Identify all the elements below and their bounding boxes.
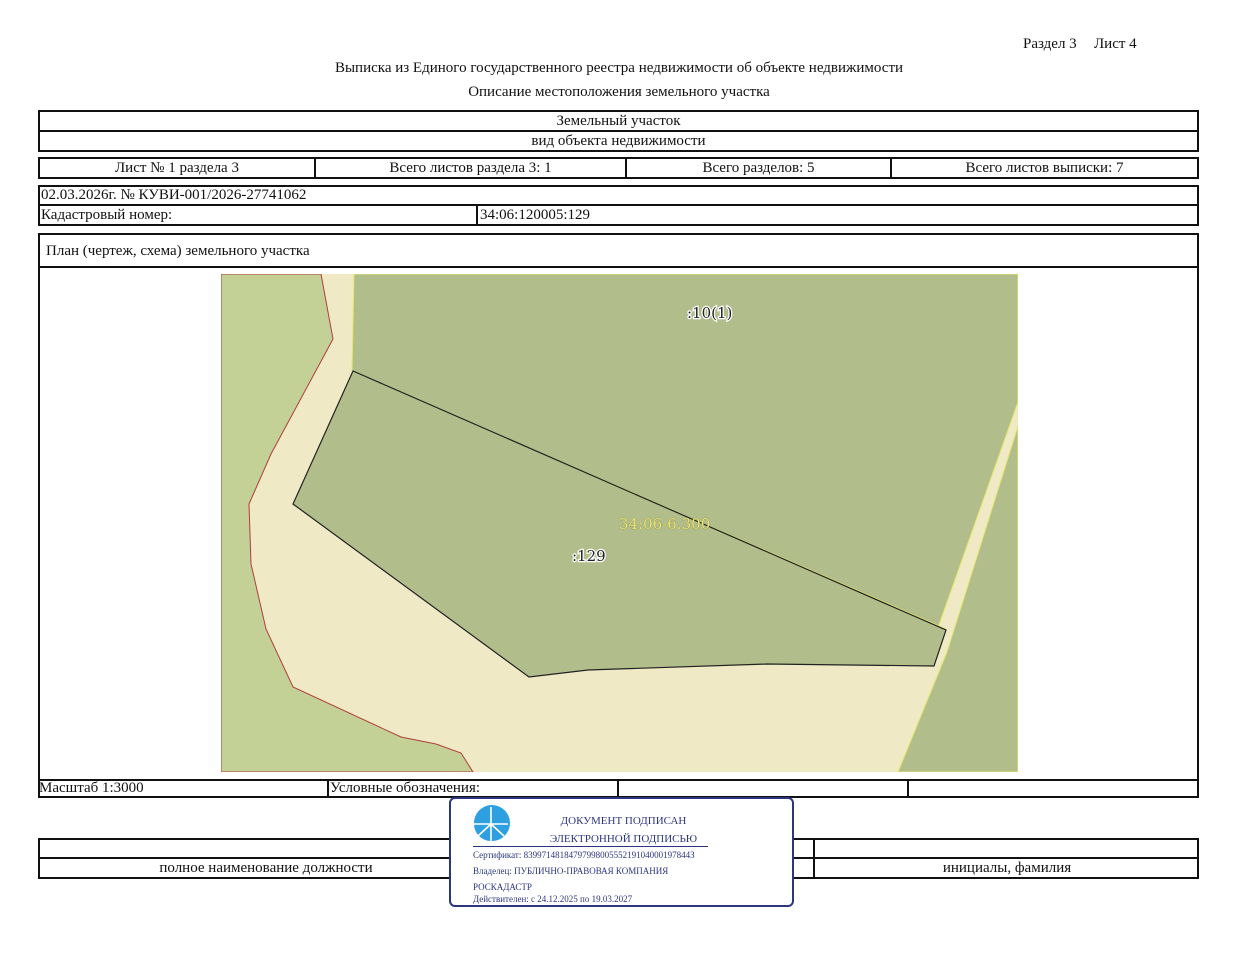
name-caption: инициалы, фамилия <box>942 859 1072 876</box>
divider <box>617 779 619 798</box>
stamp-line1: ДОКУМЕНТ ПОДПИСАН <box>560 815 687 827</box>
section-number: Раздел 3 <box>1023 36 1077 52</box>
stamp-divider <box>473 846 708 847</box>
total-sections: Всего разделов: 5 <box>702 159 815 176</box>
divider <box>327 779 329 798</box>
record-date-number: 02.03.2026г. № КУВИ-001/2026-27741062 <box>41 187 307 203</box>
total-section-sheets: Всего листов раздела 3: 1 <box>389 159 552 176</box>
stamp-owner: Владелец: ПУБЛИЧНО-ПРАВОВАЯ КОМПАНИЯ <box>473 866 669 876</box>
legend-label: Условные обозначения: <box>330 780 481 796</box>
e-signature-stamp: ДОКУМЕНТ ПОДПИСАН ЭЛЕКТРОННОЙ ПОДПИСЬЮ С… <box>449 797 794 907</box>
parcel-label: :129 <box>572 547 606 565</box>
plan-title: План (чертеж, схема) земельного участка <box>46 242 310 259</box>
sheet-of-section: Лист № 1 раздела 3 <box>115 159 239 176</box>
stamp-line2: ЭЛЕКТРОННОЙ ПОДПИСЬЮ <box>549 833 698 845</box>
stamp-owner-name: РОСКАДАСТР <box>473 882 532 892</box>
object-type-caption: вид объекта недвижимости <box>531 132 706 149</box>
total-extract-sheets: Всего листов выписки: 7 <box>965 159 1124 176</box>
sheet-number: Лист 4 <box>1094 36 1137 52</box>
document-title: Выписка из Единого государственного реес… <box>334 60 904 76</box>
document-subtitle: Описание местоположения земельного участ… <box>468 84 770 100</box>
divider <box>38 266 1199 268</box>
divider <box>907 779 909 798</box>
cadastral-label: Кадастровый номер: <box>41 206 173 223</box>
quarter-label: 34:06-6.300 <box>619 515 710 533</box>
stamp-certificate: Сертификат: 8399714818479799800555219104… <box>473 850 695 860</box>
neighbor-label: :10(1) <box>687 304 732 322</box>
position-caption: полное наименование должности <box>159 859 373 876</box>
scale-label: Масштаб 1:3000 <box>39 780 144 796</box>
cadastral-number: 34:06:120005:129 <box>480 206 591 223</box>
object-name: Земельный участок <box>556 113 681 129</box>
stamp-validity: Действителен: с 24.12.2025 по 19.03.2027 <box>473 894 633 904</box>
plan-map: :10(1) 34:06-6.300 :129 <box>221 274 1018 772</box>
